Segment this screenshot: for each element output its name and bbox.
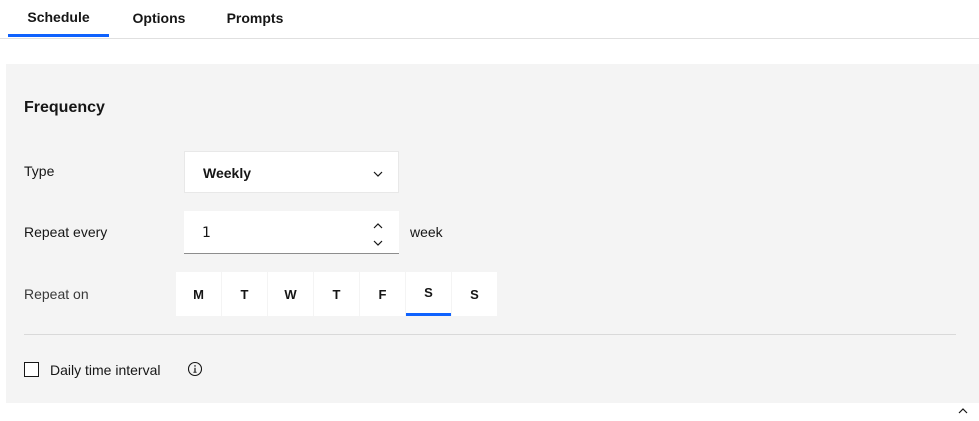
divider: [24, 334, 956, 335]
day-monday[interactable]: M: [176, 272, 221, 316]
daily-interval-label: Daily time interval: [50, 362, 161, 378]
repeat-every-label: Repeat every: [24, 224, 108, 240]
caret-down-icon[interactable]: [372, 235, 384, 253]
section-title: Frequency: [24, 99, 105, 116]
repeat-every-input[interactable]: 1: [184, 211, 399, 254]
tab-bar: Schedule Options Prompts: [0, 0, 979, 39]
type-label: Type: [24, 163, 55, 179]
day-thursday[interactable]: T: [314, 272, 359, 316]
tab-prompts[interactable]: Prompts: [215, 0, 295, 36]
day-selector: M T W T F S S: [176, 272, 498, 316]
chevron-down-icon: [372, 167, 384, 185]
day-tuesday[interactable]: T: [222, 272, 267, 316]
day-wednesday[interactable]: W: [268, 272, 313, 316]
frequency-panel: Frequency Type Weekly Repeat every 1 wee…: [6, 64, 979, 414]
day-saturday[interactable]: S: [406, 272, 451, 316]
day-friday[interactable]: F: [360, 272, 405, 316]
info-icon[interactable]: [187, 361, 203, 382]
chevron-up-icon[interactable]: [957, 403, 969, 421]
day-sunday[interactable]: S: [452, 272, 497, 316]
repeat-every-unit: week: [410, 224, 443, 240]
caret-up-icon[interactable]: [372, 218, 384, 236]
repeat-on-label: Repeat on: [24, 286, 89, 302]
tab-schedule[interactable]: Schedule: [8, 0, 109, 37]
type-select[interactable]: Weekly: [184, 151, 399, 193]
tab-options[interactable]: Options: [121, 0, 197, 36]
daily-interval-checkbox[interactable]: [24, 362, 39, 377]
type-select-value: Weekly: [203, 165, 251, 181]
repeat-every-value: 1: [202, 225, 211, 241]
